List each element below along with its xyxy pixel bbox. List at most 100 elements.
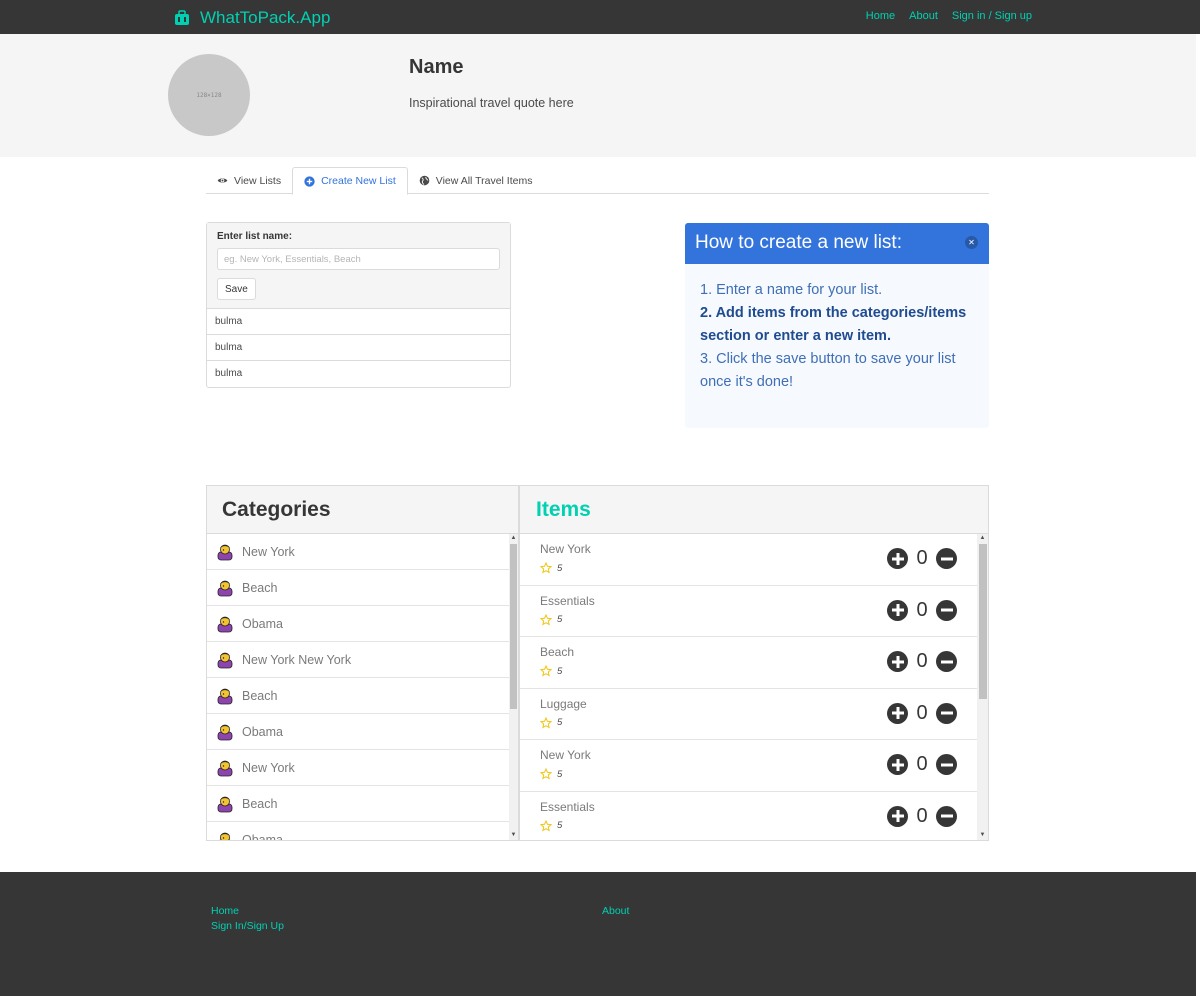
- star-icon: [540, 768, 552, 780]
- minus-icon[interactable]: [936, 651, 957, 672]
- item-row: Essentials 5 0: [520, 792, 977, 841]
- category-item[interactable]: Beach: [207, 570, 509, 606]
- howto-step-3: 3. Click the save button to save your li…: [700, 351, 956, 390]
- category-item[interactable]: Beach: [207, 678, 509, 714]
- person-icon: [217, 616, 233, 632]
- quantity-stepper: 0: [887, 650, 957, 673]
- plus-icon[interactable]: [887, 702, 908, 724]
- globe-icon: [419, 175, 430, 186]
- person-icon: [217, 688, 233, 704]
- tab-view-all-travel-items[interactable]: View All Travel Items: [408, 167, 544, 194]
- plus-icon[interactable]: [887, 805, 908, 827]
- minus-icon[interactable]: [936, 754, 957, 775]
- minus-icon[interactable]: [936, 805, 957, 827]
- items-list: New York 5 0 Essentials 5 0 Beach 5 0 Luggage 5 0 Ne…: [520, 534, 988, 841]
- close-icon[interactable]: ✕: [965, 236, 978, 249]
- category-item[interactable]: Beach: [207, 786, 509, 822]
- items-title: Items: [520, 486, 988, 534]
- nav-about-link[interactable]: About: [909, 10, 938, 22]
- rating-value: 5: [557, 614, 563, 625]
- item-rating: 5: [540, 613, 563, 626]
- navbar: WhatToPack.App Home About Sign in / Sign…: [0, 0, 1200, 34]
- eye-icon: [217, 178, 228, 183]
- category-label: New York: [242, 544, 295, 559]
- item-name: Essentials: [540, 593, 595, 608]
- items-scrollbar[interactable]: ▲ ▼: [977, 534, 988, 840]
- plus-icon[interactable]: [887, 754, 908, 775]
- brand-link[interactable]: WhatToPack.App: [174, 8, 330, 28]
- person-icon: [218, 832, 232, 840]
- category-label: Beach: [242, 580, 278, 595]
- category-item[interactable]: Obama: [207, 822, 509, 841]
- quantity-stepper: 0: [887, 805, 957, 828]
- scroll-down-arrow[interactable]: ▼: [509, 831, 518, 840]
- footer-home-link[interactable]: Home: [211, 905, 239, 917]
- list-name-input[interactable]: [217, 248, 500, 270]
- create-list-panel: Enter list name: Save bulma bulma bulma: [206, 222, 511, 388]
- profile-name: Name: [409, 56, 464, 78]
- category-item[interactable]: New York New York: [207, 642, 509, 678]
- footer: Home Sign In/Sign Up About: [0, 872, 1196, 996]
- howto-step-2: 2. Add items from the categories/items s…: [700, 305, 967, 344]
- howto-title: How to create a new list:: [695, 232, 902, 253]
- category-item[interactable]: Obama: [207, 714, 509, 750]
- quantity-value: 0: [916, 650, 928, 672]
- person-icon: [217, 652, 233, 668]
- list-item[interactable]: bulma: [207, 361, 510, 387]
- footer-about-link[interactable]: About: [602, 905, 629, 917]
- minus-icon[interactable]: [936, 548, 957, 569]
- category-label: Obama: [242, 832, 283, 841]
- plus-icon[interactable]: [887, 599, 908, 621]
- scroll-down-arrow[interactable]: ▼: [977, 831, 988, 840]
- minus-icon[interactable]: [936, 599, 957, 621]
- scroll-thumb[interactable]: [510, 544, 517, 709]
- categories-scrollbar[interactable]: ▲ ▼: [509, 534, 518, 840]
- nav-signin-link[interactable]: Sign in / Sign up: [952, 10, 1032, 22]
- category-item[interactable]: New York: [207, 750, 509, 786]
- star-icon: [540, 562, 552, 574]
- star-icon: [540, 819, 552, 832]
- plus-circle-icon: [304, 175, 315, 187]
- minus-icon[interactable]: [936, 702, 957, 724]
- category-item[interactable]: New York: [207, 534, 509, 570]
- howto-header: How to create a new list: ✕: [685, 223, 989, 264]
- quantity-value: 0: [916, 701, 928, 724]
- create-list-form: Enter list name: Save: [207, 223, 510, 309]
- save-button[interactable]: Save: [217, 278, 256, 300]
- scroll-up-arrow[interactable]: ▲: [509, 534, 518, 543]
- rating-value: 5: [557, 768, 563, 780]
- category-item[interactable]: Obama: [207, 606, 509, 642]
- quantity-stepper: 0: [887, 702, 957, 725]
- item-row: New York 5 0: [520, 740, 977, 792]
- category-label: New York: [242, 760, 295, 775]
- scroll-up-arrow[interactable]: ▲: [977, 534, 988, 543]
- travel-quote: Inspirational travel quote here: [409, 96, 574, 110]
- list-item[interactable]: bulma: [207, 309, 510, 335]
- howto-message: How to create a new list: ✕ 1. Enter a n…: [685, 223, 989, 428]
- item-rating: 5: [540, 665, 562, 677]
- list-item[interactable]: bulma: [207, 335, 510, 361]
- scroll-thumb[interactable]: [979, 544, 987, 699]
- tabs: View Lists Create New List View All Trav…: [206, 167, 989, 195]
- nav-home-link[interactable]: Home: [866, 10, 895, 22]
- plus-icon[interactable]: [887, 548, 908, 569]
- tab-label: View All Travel Items: [435, 174, 533, 187]
- tab-view-lists[interactable]: View Lists: [206, 167, 292, 194]
- quantity-value: 0: [916, 753, 928, 775]
- rating-value: 5: [557, 717, 563, 728]
- quantity-value: 0: [916, 547, 928, 569]
- list-name-label: Enter list name:: [217, 231, 293, 242]
- quantity-value: 0: [916, 598, 928, 621]
- category-label: Beach: [242, 688, 278, 703]
- item-row: Beach 5 0: [520, 637, 977, 689]
- avatar: 128×128: [168, 54, 250, 136]
- item-rating: 5: [540, 562, 562, 574]
- profile-hero: 128×128 Name Inspirational travel quote …: [0, 34, 1196, 157]
- star-icon: [540, 716, 552, 729]
- item-rating: 5: [540, 819, 562, 832]
- category-label: Beach: [242, 796, 278, 811]
- footer-signin-link[interactable]: Sign In/Sign Up: [211, 920, 284, 932]
- person-icon: [217, 760, 233, 776]
- plus-icon[interactable]: [887, 651, 908, 672]
- tab-create-new-list[interactable]: Create New List: [292, 167, 408, 195]
